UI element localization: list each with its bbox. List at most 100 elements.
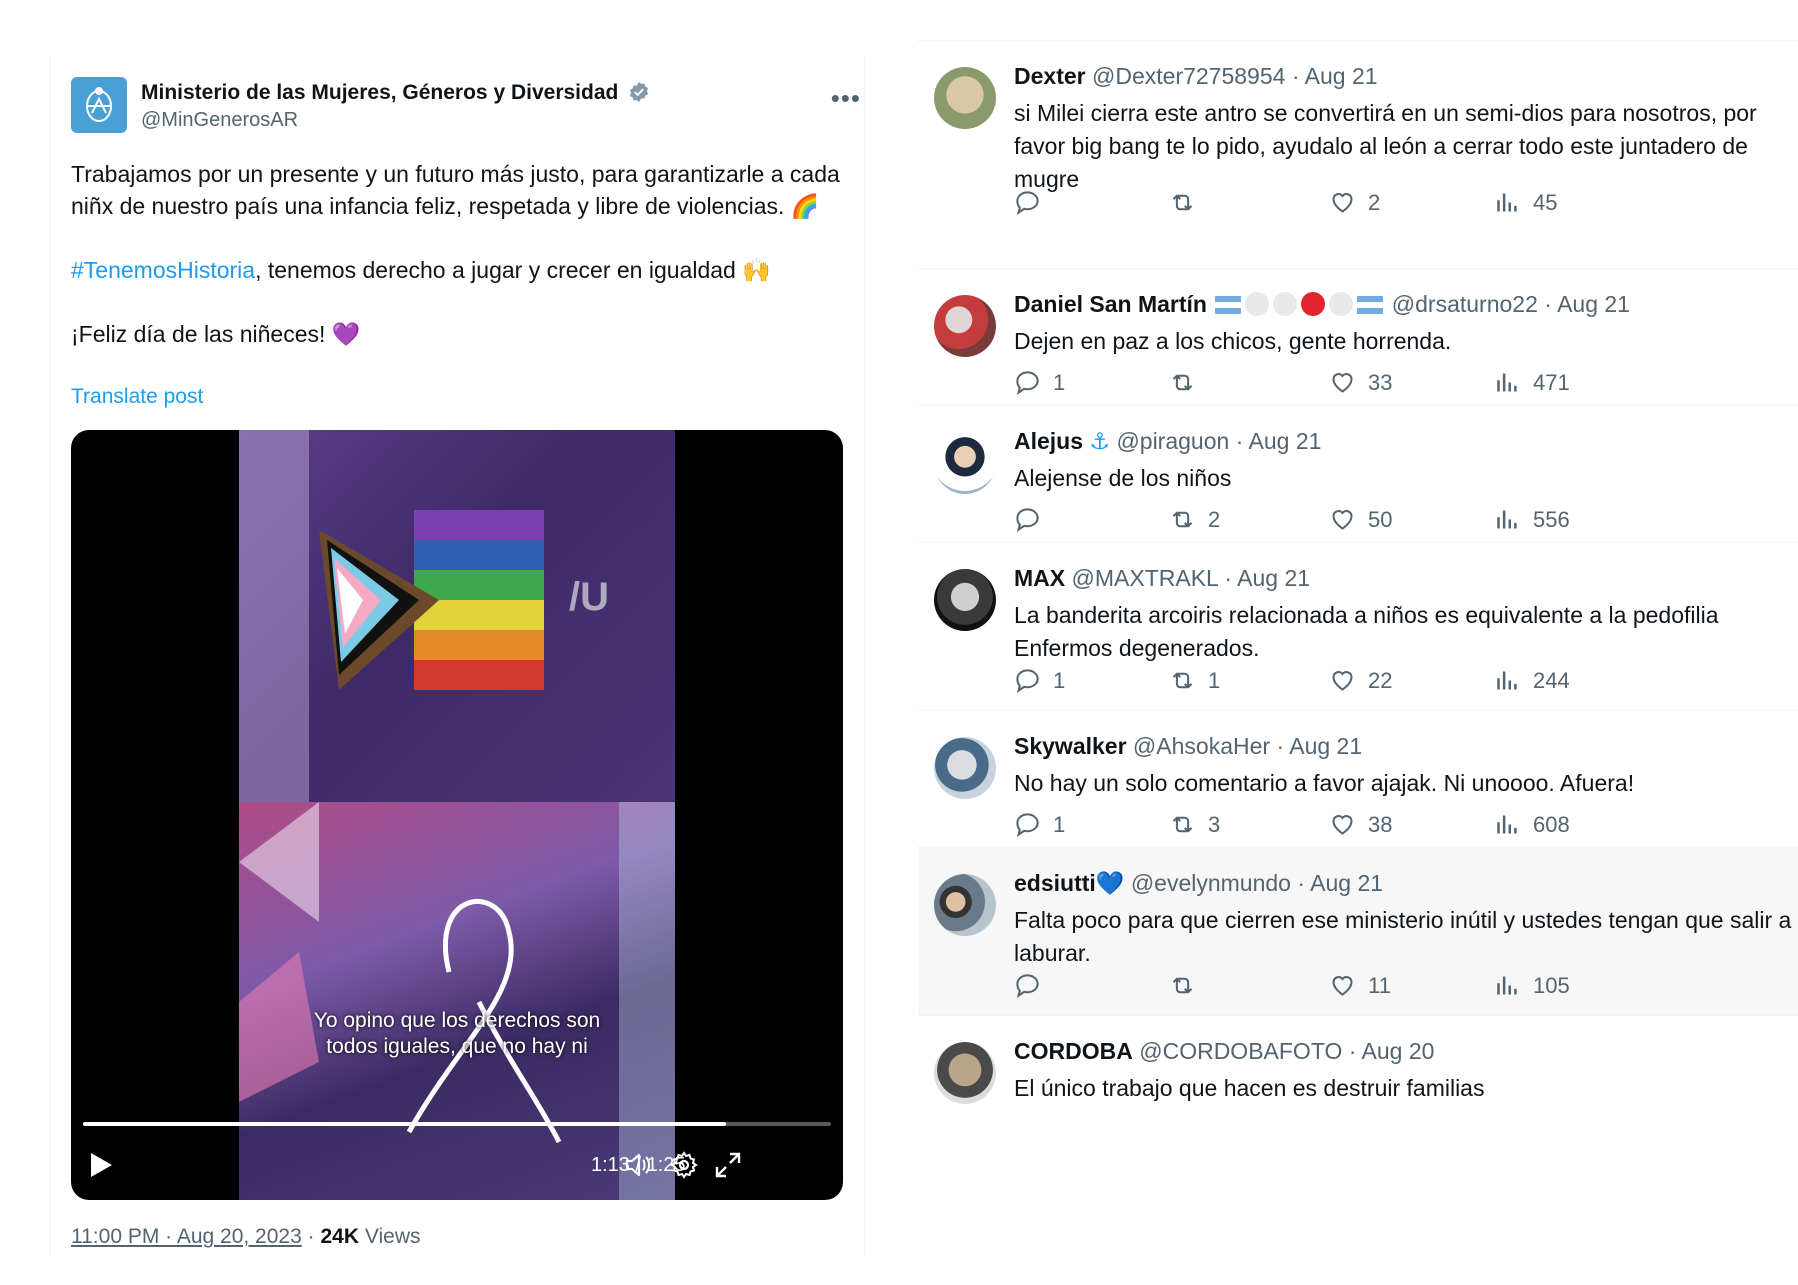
- reply-date[interactable]: Aug 21: [1557, 291, 1630, 317]
- reply-author-handle[interactable]: @evelynmundo: [1131, 870, 1291, 896]
- views-button[interactable]: 244: [1494, 667, 1570, 694]
- reply-button[interactable]: [1014, 189, 1053, 216]
- repost-button[interactable]: [1169, 189, 1208, 216]
- reply-author-handle[interactable]: @CORDOBAFOTO: [1139, 1038, 1342, 1064]
- verified-badge-icon: [630, 81, 649, 103]
- reply-date[interactable]: Aug 20: [1362, 1038, 1435, 1064]
- reply-item[interactable]: Skywalker @AhsokaHer · Aug 21 No hay un …: [918, 710, 1798, 847]
- views-button[interactable]: 105: [1494, 972, 1570, 999]
- heart-icon: [1332, 193, 1353, 213]
- post-text: Trabajamos por un presente y un futuro m…: [71, 158, 851, 382]
- heart-icon: [1332, 976, 1353, 996]
- reply-item[interactable]: edsiutti💙 @evelynmundo · Aug 21 Falta po…: [918, 847, 1798, 1015]
- purple-heart-emoji: 💜: [331, 322, 361, 348]
- reply-count: 1: [1053, 811, 1066, 837]
- views-button[interactable]: 45: [1494, 189, 1557, 216]
- fullscreen-icon[interactable]: [713, 1150, 743, 1180]
- reply-actions: 2 50 556: [1014, 506, 1774, 536]
- subtitle-line-1: Yo opino que los derechos son: [313, 1009, 601, 1032]
- reply-author-name[interactable]: Daniel San Martín: [1014, 291, 1207, 317]
- more-options-icon[interactable]: •••: [831, 85, 861, 111]
- play-icon[interactable]: [89, 1152, 113, 1178]
- reply-button[interactable]: [1014, 972, 1053, 999]
- reply-author-name[interactable]: Skywalker: [1014, 733, 1127, 759]
- video-player[interactable]: /U Yo opino que los derechos son todos i…: [71, 430, 843, 1200]
- reply-item[interactable]: CORDOBA @CORDOBAFOTO · Aug 20 El único t…: [918, 1015, 1798, 1155]
- like-button[interactable]: 33: [1329, 369, 1392, 396]
- reply-item[interactable]: Daniel San Martín @drsaturno22 · Aug 21 …: [918, 268, 1798, 405]
- reply-author-handle[interactable]: @Dexter72758954: [1092, 63, 1285, 89]
- reply-author-name[interactable]: MAX: [1014, 565, 1065, 591]
- avatar[interactable]: [934, 67, 996, 129]
- reply-item[interactable]: Dexter @Dexter72758954 · Aug 21 si Milei…: [918, 40, 1798, 268]
- repost-button[interactable]: 2: [1169, 506, 1220, 533]
- reply-author-handle[interactable]: @drsaturno22: [1392, 291, 1538, 317]
- reply-date[interactable]: Aug 21: [1249, 428, 1322, 454]
- post-paragraph-2: #TenemosHistoria, tenemos derecho a juga…: [71, 254, 851, 287]
- avatar[interactable]: [934, 295, 996, 357]
- repost-icon: [1172, 977, 1193, 994]
- reply-author-handle[interactable]: @piraguon: [1116, 428, 1229, 454]
- raised-hands-emoji: 🙌: [742, 258, 771, 284]
- main-post: Ministerio de las Mujeres, Géneros y Div…: [50, 55, 865, 1255]
- reply-author-handle[interactable]: @AhsokaHer: [1133, 733, 1270, 759]
- reply-author-name[interactable]: edsiutti: [1014, 870, 1096, 896]
- reply-button[interactable]: 1: [1014, 811, 1065, 838]
- reply-author-name[interactable]: CORDOBA: [1014, 1038, 1133, 1064]
- blue-heart-icon: 💙: [1095, 871, 1125, 897]
- views-chart-icon: [1497, 815, 1517, 834]
- views-button[interactable]: 608: [1494, 811, 1570, 838]
- like-button[interactable]: 50: [1329, 506, 1392, 533]
- volume-icon[interactable]: [623, 1150, 653, 1180]
- translate-post-link[interactable]: Translate post: [71, 385, 203, 409]
- white-circle-icon: [1245, 292, 1270, 316]
- avatar[interactable]: [934, 1042, 996, 1104]
- avatar[interactable]: [934, 737, 996, 799]
- video-progress-fill: [83, 1122, 727, 1126]
- reply-button[interactable]: 1: [1014, 667, 1065, 694]
- org-name[interactable]: Ministerio de las Mujeres, Géneros y Div…: [141, 81, 650, 105]
- reply-date[interactable]: Aug 21: [1237, 565, 1310, 591]
- repost-button[interactable]: [1169, 972, 1208, 999]
- settings-gear-icon[interactable]: [669, 1150, 699, 1180]
- reply-button[interactable]: 1: [1014, 369, 1065, 396]
- video-progress-bar[interactable]: [83, 1122, 831, 1126]
- meta-separator: ·: [307, 1225, 315, 1248]
- reply-item[interactable]: Alejus ⚓ @piraguon · Aug 21 Alejense de …: [918, 405, 1798, 542]
- org-avatar[interactable]: [71, 77, 127, 133]
- hashtag-link[interactable]: #TenemosHistoria: [71, 257, 255, 283]
- white-circle-icon: [1273, 292, 1298, 316]
- like-button[interactable]: 38: [1329, 811, 1392, 838]
- post-text-line-1: Trabajamos por un presente y un futuro m…: [71, 161, 840, 219]
- reply-date[interactable]: Aug 21: [1310, 870, 1383, 896]
- views-button[interactable]: 556: [1494, 506, 1570, 533]
- reply-actions: 2 45: [1014, 189, 1774, 219]
- avatar[interactable]: [934, 432, 996, 494]
- repost-button[interactable]: 3: [1169, 811, 1220, 838]
- reply-button[interactable]: [1014, 506, 1053, 533]
- like-button[interactable]: 2: [1329, 189, 1380, 216]
- reply-text: Falta poco para que cierren ese minister…: [1014, 907, 1792, 966]
- reply-date[interactable]: Aug 21: [1305, 63, 1378, 89]
- reply-author-handle[interactable]: @MAXTRAKL: [1072, 565, 1218, 591]
- avatar[interactable]: [934, 569, 996, 631]
- post-timestamp[interactable]: 11:00 PM · Aug 20, 2023: [71, 1225, 302, 1248]
- reply-date[interactable]: Aug 21: [1289, 733, 1362, 759]
- post-paragraph-1: Trabajamos por un presente y un futuro m…: [71, 158, 851, 223]
- video-subtitle: Yo opino que los derechos son todos igua…: [239, 1008, 675, 1060]
- like-button[interactable]: 22: [1329, 667, 1392, 694]
- reply-item[interactable]: MAX @MAXTRAKL · Aug 21 La banderita arco…: [918, 542, 1798, 710]
- like-button[interactable]: 11: [1329, 972, 1391, 999]
- reply-text: El único trabajo que hacen es destruir f…: [1014, 1075, 1485, 1101]
- org-handle[interactable]: @MinGenerosAR: [141, 109, 298, 132]
- argentina-flag-icon: [1357, 296, 1384, 314]
- views-button[interactable]: 471: [1494, 369, 1570, 396]
- reply-icon: [1016, 669, 1039, 693]
- reply-author-name[interactable]: Alejus: [1014, 428, 1083, 454]
- repost-button[interactable]: [1169, 369, 1208, 396]
- repost-button[interactable]: 1: [1169, 667, 1220, 694]
- org-name-text[interactable]: Ministerio de las Mujeres, Géneros y Div…: [141, 81, 618, 104]
- avatar[interactable]: [934, 874, 996, 936]
- reply-author-name[interactable]: Dexter: [1014, 63, 1086, 89]
- header-separator: ·: [1291, 63, 1300, 89]
